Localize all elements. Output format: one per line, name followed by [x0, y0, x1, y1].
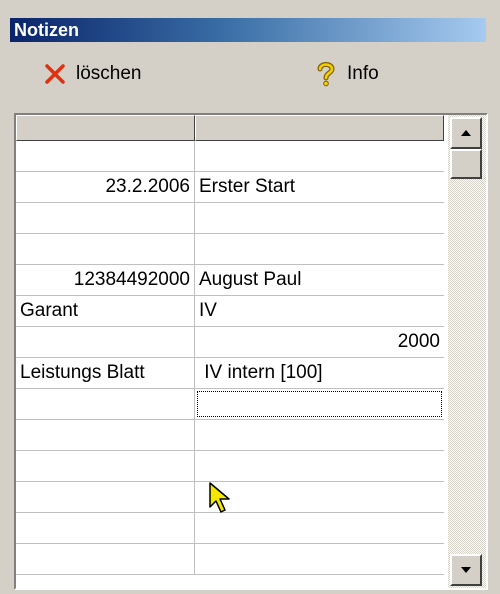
grid-cell[interactable]: IV intern [100]	[195, 358, 444, 388]
delete-button-label: löschen	[76, 63, 142, 84]
grid-cell[interactable]	[16, 451, 195, 481]
notes-grid: 23.2.2006 Erster Start 12384492000 Augus…	[14, 113, 488, 590]
panel-title: Notizen	[10, 18, 486, 42]
delete-x-icon	[42, 61, 68, 87]
arrow-up-icon	[461, 130, 471, 136]
delete-button[interactable]: löschen	[42, 56, 142, 92]
grid-cell[interactable]	[195, 141, 444, 171]
grid-cell[interactable]	[16, 234, 195, 264]
vertical-scrollbar[interactable]	[448, 115, 486, 588]
toolbar: löschen Info	[10, 44, 486, 104]
table-row	[16, 234, 444, 265]
table-row	[16, 420, 444, 451]
table-row	[16, 513, 444, 544]
grid-cell[interactable]	[195, 544, 444, 574]
grid-cell[interactable]	[16, 544, 195, 574]
table-row: 2000	[16, 327, 444, 358]
notes-panel: Notizen löschen Info 23.2.2006 Erster St…	[0, 0, 500, 594]
grid-cell[interactable]	[16, 389, 195, 419]
column-header-1[interactable]	[16, 115, 195, 141]
table-row	[16, 141, 444, 172]
grid-cell[interactable]: August Paul	[195, 265, 444, 295]
info-button-label: Info	[347, 63, 379, 84]
info-button[interactable]: Info	[313, 56, 379, 92]
table-row: 23.2.2006 Erster Start	[16, 172, 444, 203]
grid-cell[interactable]	[16, 513, 195, 543]
grid-cell[interactable]	[16, 203, 195, 233]
table-row: Leistungs Blatt IV intern [100]	[16, 358, 444, 389]
mouse-pointer-icon	[209, 482, 230, 513]
grid-cell[interactable]	[195, 451, 444, 481]
grid-body: 23.2.2006 Erster Start 12384492000 Augus…	[16, 115, 444, 588]
table-row: Garant IV	[16, 296, 444, 327]
grid-cell[interactable]: Garant	[16, 296, 195, 326]
arrow-down-icon	[461, 567, 471, 573]
grid-cell-focused[interactable]	[195, 389, 444, 419]
column-header-2[interactable]	[195, 115, 444, 141]
grid-cell[interactable]	[16, 482, 195, 512]
table-row: 12384492000 August Paul	[16, 265, 444, 296]
scroll-up-button[interactable]	[450, 117, 482, 149]
grid-cell[interactable]	[16, 141, 195, 171]
grid-cell[interactable]: Erster Start	[195, 172, 444, 202]
question-mark-icon	[313, 61, 339, 87]
scroll-down-button[interactable]	[450, 554, 482, 586]
scroll-thumb[interactable]	[450, 149, 482, 179]
grid-cell[interactable]	[195, 203, 444, 233]
grid-cell[interactable]: IV	[195, 296, 444, 326]
grid-cell[interactable]	[16, 420, 195, 450]
table-row	[16, 451, 444, 482]
grid-cell[interactable]: 2000	[195, 327, 444, 357]
grid-cell[interactable]: 23.2.2006	[16, 172, 195, 202]
table-row	[16, 544, 444, 575]
grid-cell[interactable]: Leistungs Blatt	[16, 358, 195, 388]
table-row	[16, 203, 444, 234]
grid-cell[interactable]: 12384492000	[16, 265, 195, 295]
table-row	[16, 389, 444, 420]
grid-cell[interactable]	[195, 234, 444, 264]
grid-cell[interactable]	[16, 327, 195, 357]
grid-cell[interactable]	[195, 513, 444, 543]
grid-cell[interactable]	[195, 420, 444, 450]
